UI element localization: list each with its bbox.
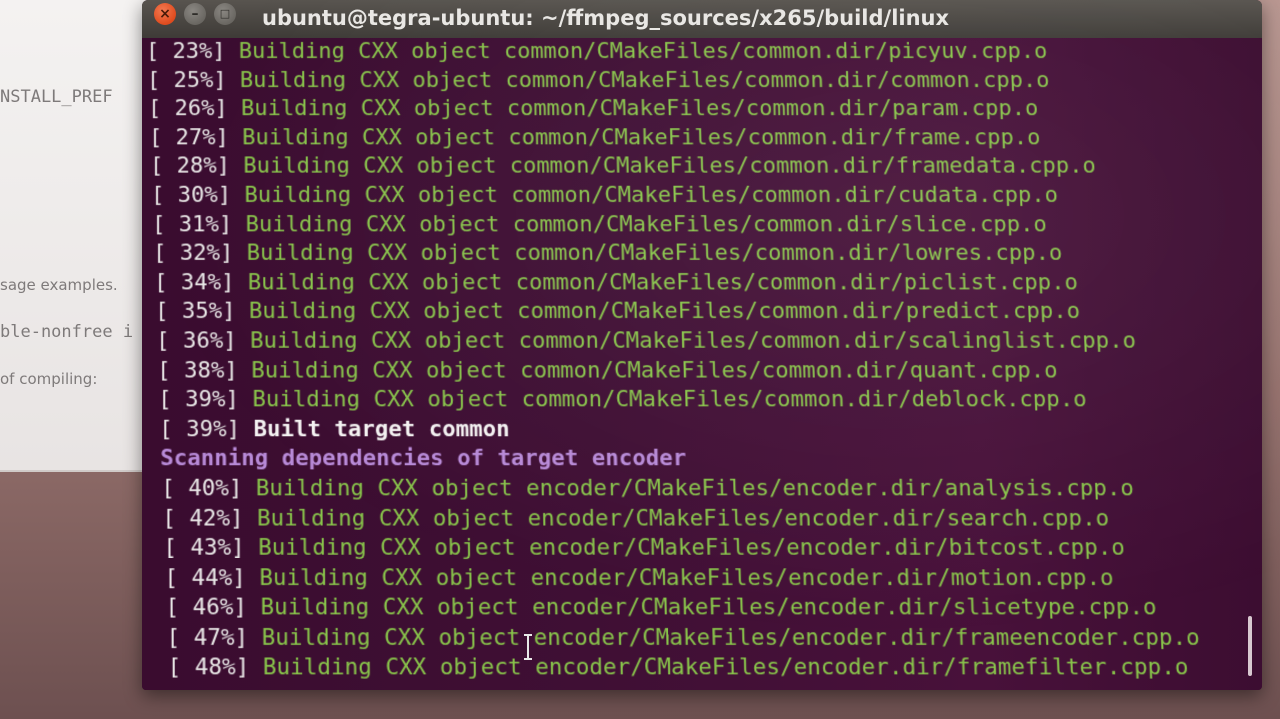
terminal-line: [ 28%] Building CXX object common/CMakeF…	[146, 153, 1179, 182]
build-step-text: Building CXX object common/CMakeFiles/co…	[242, 125, 1041, 150]
terminal-titlebar[interactable]: × – □ ubuntu@tegra-ubuntu: ~/ffmpeg_sour…	[142, 0, 1262, 39]
terminal-line: [ 36%] Building CXX object common/CMakeF…	[146, 327, 1187, 356]
terminal-line: [ 42%] Building CXX object encoder/CMake…	[146, 504, 1195, 534]
progress-percent: [ 42%]	[162, 505, 243, 531]
terminal-lines: [ 23%] Building CXX object common/CMakeF…	[146, 38, 1202, 684]
build-step-text: Building CXX object encoder/CMakeFiles/e…	[263, 655, 1189, 681]
build-step-text: Building CXX object common/CMakeFiles/co…	[248, 270, 1079, 296]
build-step-text: Building CXX object common/CMakeFiles/co…	[249, 299, 1081, 325]
terminal-line: [ 31%] Building CXX object common/CMakeF…	[146, 211, 1182, 240]
build-step-text: Building CXX object encoder/CMakeFiles/e…	[259, 565, 1114, 591]
progress-percent: [ 36%]	[156, 328, 237, 354]
terminal-line: [ 34%] Building CXX object common/CMakeF…	[146, 269, 1184, 298]
terminal-line: [ 23%] Building CXX object common/CMakeF…	[146, 38, 1174, 67]
progress-percent: [ 34%]	[154, 270, 234, 296]
background-text-fragment: sage examples.	[0, 276, 118, 294]
maximize-icon[interactable]: □	[214, 3, 236, 25]
terminal-line: [ 39%] Building CXX object common/CMakeF…	[146, 386, 1190, 415]
progress-percent: [ 47%]	[167, 625, 249, 651]
progress-percent: [ 38%]	[157, 357, 238, 383]
built-target-message: Built target common	[253, 416, 509, 442]
build-step-text: Building CXX object common/CMakeFiles/co…	[243, 154, 1096, 179]
terminal-line: [ 40%] Building CXX object encoder/CMake…	[146, 474, 1194, 504]
minimize-icon[interactable]: –	[184, 3, 206, 25]
terminal-line: [ 35%] Building CXX object common/CMakeF…	[146, 298, 1186, 327]
terminal-line: [ 32%] Building CXX object common/CMakeF…	[146, 240, 1183, 269]
build-step-text: Building CXX object common/CMakeFiles/co…	[239, 39, 1048, 64]
terminal-line: [ 38%] Building CXX object common/CMakeF…	[146, 356, 1188, 385]
terminal-line: [ 46%] Building CXX object encoder/CMake…	[146, 594, 1199, 624]
build-step-text: Building CXX object common/CMakeFiles/co…	[247, 241, 1063, 266]
progress-percent: [ 30%]	[151, 183, 231, 208]
terminal-line: [ 25%] Building CXX object common/CMakeF…	[146, 67, 1175, 96]
build-step-text: Building CXX object common/CMakeFiles/co…	[252, 387, 1087, 413]
build-step-text: Building CXX object encoder/CMakeFiles/e…	[257, 505, 1110, 531]
build-step-text: Building CXX object common/CMakeFiles/co…	[240, 68, 1050, 93]
terminal-line: [ 47%] Building CXX object encoder/CMake…	[146, 624, 1200, 654]
terminal-line: [ 48%] Building CXX object encoder/CMake…	[146, 654, 1202, 684]
progress-percent: [ 31%]	[152, 212, 232, 237]
photo-scene: NSTALL_PREF sage examples. ble-nonfree i…	[0, 0, 1280, 719]
progress-percent: [ 39%]	[158, 387, 239, 413]
progress-percent: [ 26%]	[148, 96, 228, 121]
progress-percent: [ 28%]	[150, 154, 230, 179]
terminal-line: [ 39%] Built target common	[146, 415, 1191, 445]
build-step-text: Building CXX object encoder/CMakeFiles/e…	[258, 535, 1125, 561]
build-step-text: Building CXX object encoder/CMakeFiles/e…	[262, 625, 1201, 651]
build-step-text: Building CXX object common/CMakeFiles/co…	[245, 212, 1047, 237]
progress-percent: [ 43%]	[163, 535, 244, 561]
build-step-text: Building CXX object common/CMakeFiles/co…	[251, 357, 1058, 383]
window-title: ubuntu@tegra-ubuntu: ~/ffmpeg_sources/x2…	[262, 6, 949, 30]
text-cursor-icon	[524, 634, 532, 660]
terminal-window[interactable]: × – □ ubuntu@tegra-ubuntu: ~/ffmpeg_sour…	[142, 0, 1262, 690]
background-text-fragment: of compiling:	[0, 370, 97, 388]
build-step-text: Building CXX object encoder/CMakeFiles/e…	[256, 476, 1134, 502]
build-step-text: Building CXX object encoder/CMakeFiles/e…	[260, 595, 1157, 621]
build-step-text: Building CXX object common/CMakeFiles/co…	[244, 183, 1058, 208]
scan-message: Scanning dependencies of target encoder	[160, 446, 686, 472]
background-text-fragment: NSTALL_PREF	[0, 87, 113, 107]
build-step-text: Building CXX object common/CMakeFiles/co…	[250, 328, 1136, 354]
terminal-line: [ 43%] Building CXX object encoder/CMake…	[146, 534, 1196, 564]
progress-percent: [ 32%]	[153, 241, 233, 266]
background-text-fragment: ble-nonfree i	[0, 322, 133, 342]
progress-percent: [ 46%]	[165, 595, 247, 621]
terminal-output[interactable]: [ 23%] Building CXX object common/CMakeF…	[142, 38, 1262, 690]
scrollbar[interactable]	[1248, 616, 1252, 676]
progress-percent: [ 39%]	[159, 416, 240, 442]
terminal-line: [ 27%] Building CXX object common/CMakeF…	[146, 124, 1178, 153]
progress-percent: [ 27%]	[149, 125, 229, 150]
progress-percent: [ 48%]	[168, 655, 250, 681]
terminal-line: [ 30%] Building CXX object common/CMakeF…	[146, 182, 1180, 211]
terminal-line: [ 26%] Building CXX object common/CMakeF…	[146, 95, 1177, 124]
close-icon[interactable]: ×	[154, 3, 176, 25]
terminal-line: [ 44%] Building CXX object encoder/CMake…	[146, 564, 1198, 594]
progress-percent: [ 35%]	[155, 299, 235, 325]
progress-percent: [ 44%]	[164, 565, 245, 591]
progress-percent: [ 25%]	[147, 68, 227, 93]
progress-percent: [ 40%]	[161, 476, 242, 502]
terminal-line: Scanning dependencies of target encoder	[146, 445, 1192, 475]
progress-percent: [ 23%]	[146, 39, 226, 64]
build-step-text: Building CXX object common/CMakeFiles/co…	[241, 96, 1039, 121]
